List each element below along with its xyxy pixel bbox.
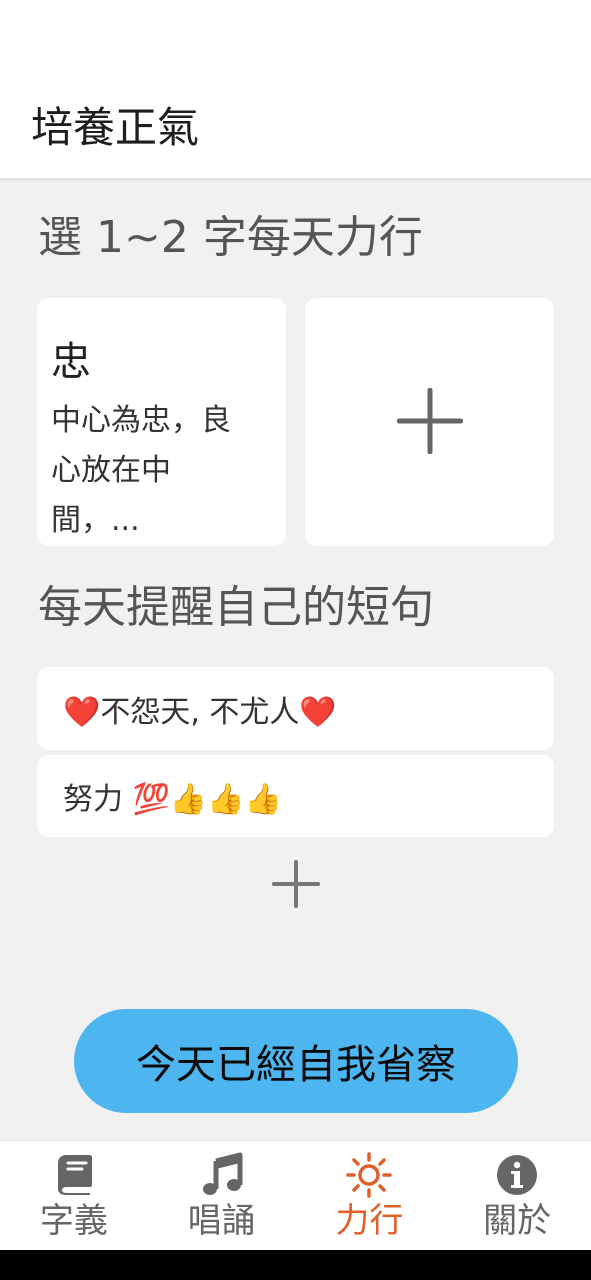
music-note-icon [202,1152,243,1195]
section-title-reminder-phrases: 每天提醒自己的短句 [38,582,434,633]
nav-item-about[interactable]: 關於 [443,1141,591,1251]
character-card-character: 忠 [51,339,91,385]
nav-label: 關於 [483,1201,552,1241]
nav-item-meaning[interactable]: 字義 [0,1141,148,1251]
character-card[interactable]: 忠 中心為忠，良心放在中間，... [37,298,286,546]
nav-item-chant[interactable]: 唱誦 [148,1141,296,1251]
section-title-select-characters: 選 1~2 字每天力行 [38,212,423,263]
self-reflection-button[interactable]: 今天已經自我省察 [74,1009,518,1113]
add-phrase-button[interactable] [272,860,320,908]
page-title: 培養正氣 [31,103,200,152]
nav-label: 唱誦 [187,1201,256,1241]
add-character-button[interactable] [305,298,554,546]
bottom-navigation: 字義 唱誦 力行 關於 [0,1140,591,1251]
nav-item-practice[interactable]: 力行 [296,1141,444,1251]
plus-icon [397,388,463,454]
character-card-description: 中心為忠，良心放在中間，... [51,403,231,538]
phrase-item[interactable]: ❤️不怨天, 不尤人❤️ [37,667,554,750]
phrase-item[interactable]: 努力 💯👍👍👍 [37,755,554,837]
book-icon [57,1155,92,1195]
nav-label: 字義 [39,1201,108,1241]
system-navigation-bar [0,1250,591,1280]
nav-label: 力行 [335,1201,404,1241]
info-icon [497,1155,538,1195]
app-header: 培養正氣 [0,0,591,178]
sun-icon [346,1152,393,1198]
